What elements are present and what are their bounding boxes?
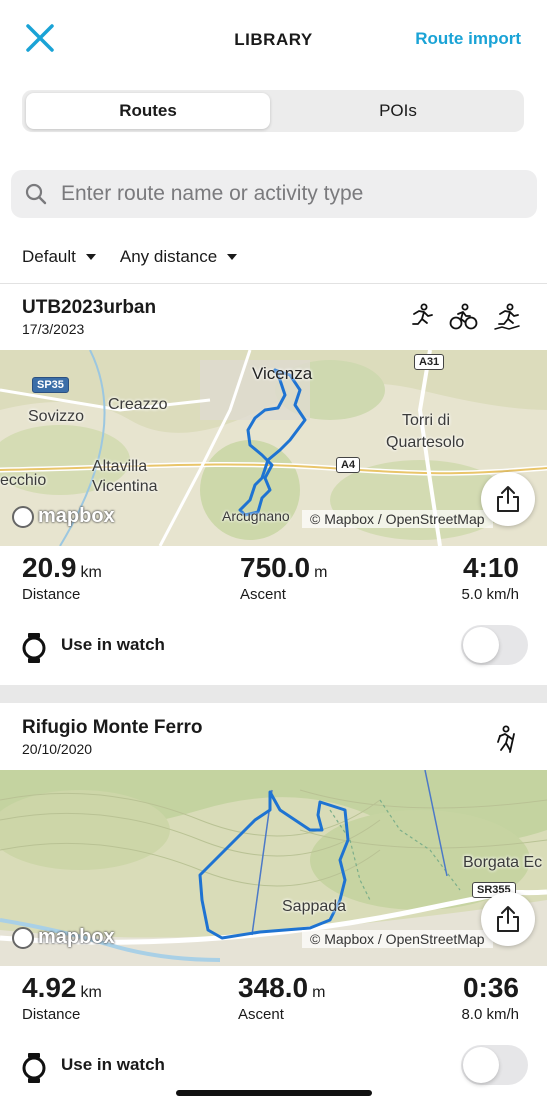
map-label: Sovizzo: [28, 408, 85, 425]
share-icon: [497, 906, 519, 932]
duration-stat: 0:36 8.0 km/h: [461, 972, 519, 1023]
speed-value: 8.0 km/h: [461, 1006, 519, 1023]
road-shield: SP35: [32, 377, 69, 393]
road-shield: A4: [336, 457, 361, 473]
distance-dropdown-label: Any distance: [119, 247, 218, 266]
ascent-stat: 348.0 m Ascent: [238, 972, 325, 1023]
sort-dropdown-label: Default: [22, 247, 76, 266]
route-date: 20/10/2020: [22, 741, 93, 757]
map-label: Vicenza: [252, 364, 313, 383]
route-import-button[interactable]: Route import: [415, 29, 521, 49]
map-label: Sappada: [282, 898, 347, 915]
library-tabs: Routes POIs: [22, 90, 524, 132]
road-shield: A31: [414, 354, 445, 370]
distance-unit: km: [80, 564, 102, 581]
ascent-label: Ascent: [240, 586, 286, 603]
distance-unit: km: [80, 984, 102, 1001]
use-in-watch-toggle[interactable]: [461, 1045, 528, 1085]
cycling-icon: [449, 303, 478, 330]
trail-running-icon: [494, 303, 520, 330]
duration-value: 0:36: [462, 972, 519, 1003]
ascent-value: 348.0: [238, 972, 309, 1003]
tab-routes[interactable]: Routes: [26, 93, 270, 129]
mapbox-logo: mapbox: [12, 505, 115, 528]
mapbox-logo-text: mapbox: [38, 926, 115, 948]
mapbox-logo-text: mapbox: [38, 505, 115, 527]
use-in-watch-toggle[interactable]: [461, 625, 528, 665]
filter-bar: Default Any distance: [22, 246, 261, 268]
ascent-value: 750.0: [240, 552, 311, 583]
app-header: LIBRARY Route import: [0, 0, 547, 80]
map-label: Creazzo: [108, 396, 168, 413]
ascent-label: Ascent: [238, 1006, 284, 1023]
share-icon: [497, 486, 519, 512]
map-label: Torri di: [402, 412, 451, 429]
distance-value: 20.9: [22, 552, 77, 583]
map-attribution[interactable]: © Mapbox / OpenStreetMap: [302, 930, 493, 948]
route-card[interactable]: UTB2023urban 17/3/2023 Sovizzo Creazzo V…: [0, 284, 547, 684]
tab-pois[interactable]: POIs: [276, 93, 520, 129]
search-icon: [25, 183, 47, 205]
use-in-watch-row: Use in watch: [0, 621, 547, 671]
duration-value: 4:10: [462, 552, 519, 583]
distance-stat: 20.9 km Distance: [22, 552, 102, 603]
map-attribution[interactable]: © Mapbox / OpenStreetMap: [302, 510, 493, 528]
chevron-down-icon: [227, 254, 238, 260]
distance-value: 4.92: [22, 972, 77, 1003]
sort-dropdown[interactable]: Default: [22, 246, 96, 268]
map-label: Vicentina: [92, 478, 158, 495]
hiking-icon: [497, 725, 515, 753]
distance-stat: 4.92 km Distance: [22, 972, 102, 1023]
duration-stat: 4:10 5.0 km/h: [461, 552, 519, 603]
share-button[interactable]: [481, 892, 535, 946]
map-label: Quartesolo: [386, 434, 465, 451]
chevron-down-icon: [85, 254, 96, 260]
mapbox-logo-icon: [12, 505, 34, 528]
watch-icon: [22, 1053, 46, 1083]
route-map[interactable]: Sovizzo Creazzo Vicenza Torri di Quartes…: [0, 350, 547, 546]
ascent-unit: m: [312, 984, 326, 1001]
route-date: 17/3/2023: [22, 321, 85, 337]
running-icon: [412, 303, 433, 325]
watch-icon: [22, 633, 46, 663]
home-indicator[interactable]: [176, 1090, 372, 1096]
map-label: Arcugnano: [222, 508, 290, 524]
use-in-watch-label: Use in watch: [61, 635, 165, 654]
route-name: Rifugio Monte Ferro: [22, 717, 203, 738]
route-name: UTB2023urban: [22, 297, 157, 318]
toggle-knob: [463, 627, 499, 663]
search-input[interactable]: [61, 170, 521, 218]
mapbox-logo-icon: [12, 926, 34, 949]
distance-dropdown[interactable]: Any distance: [119, 246, 238, 268]
mapbox-logo: mapbox: [12, 926, 115, 949]
close-icon[interactable]: [22, 20, 58, 56]
map-label: ecchio: [0, 472, 47, 489]
route-map[interactable]: Sappada Borgata Ec SR355 mapbox © Mapbox…: [0, 770, 547, 966]
map-label: Borgata Ec: [463, 854, 543, 871]
map-label: Altavilla: [92, 458, 148, 475]
ascent-unit: m: [314, 564, 328, 581]
use-in-watch-row: Use in watch: [0, 1041, 547, 1091]
search-bar: [11, 170, 537, 218]
distance-label: Distance: [22, 1006, 81, 1023]
distance-label: Distance: [22, 586, 81, 603]
speed-value: 5.0 km/h: [461, 586, 519, 603]
use-in-watch-label: Use in watch: [61, 1055, 165, 1074]
ascent-stat: 750.0 m Ascent: [240, 552, 327, 603]
route-card[interactable]: Rifugio Monte Ferro 20/10/2020 Sappada B…: [0, 704, 547, 1107]
card-separator: [0, 685, 547, 703]
share-button[interactable]: [481, 472, 535, 526]
toggle-knob: [463, 1047, 499, 1083]
